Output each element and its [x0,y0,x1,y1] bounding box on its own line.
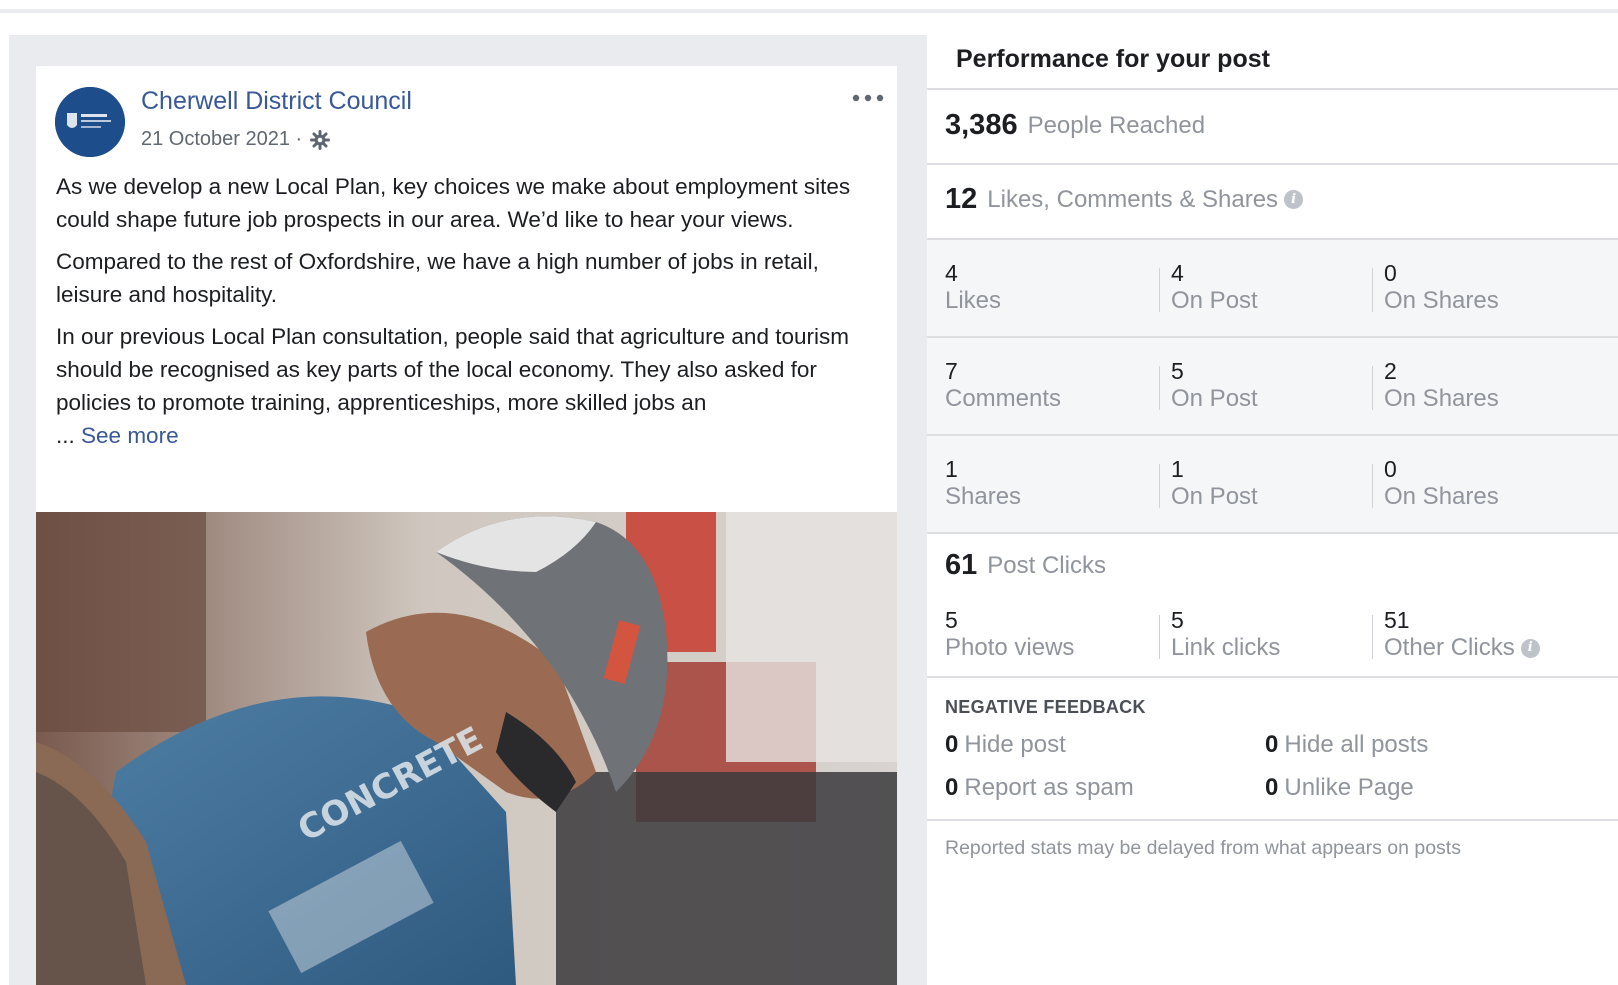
post-paragraph: In our previous Local Plan consultation,… [56,324,849,415]
shares-on-post: 1 On Post [1171,456,1258,512]
insights-panel: Performance for your post 3,386 People R… [927,35,1618,985]
engagement-breakdown: 4 Likes 4 On Post 0 On Shares 7 Comments… [927,238,1618,534]
info-icon[interactable]: i [1520,638,1540,658]
other-clicks-label: Other Clicks [1384,634,1515,661]
column-divider [1159,366,1160,410]
likes-total-label: Likes [945,287,1002,314]
photo-views-label: Photo views [945,634,1075,661]
other-clicks-wrap: Other Clicks i [1384,633,1540,663]
column-divider [1372,366,1373,410]
people-reached-value: 3,386 [945,109,1018,141]
unlike-page-label: Unlike Page [1284,774,1414,801]
post-date-text: 21 October 2021 · [141,128,303,150]
column-divider [1159,268,1160,312]
divider [927,434,1618,436]
post-options-button[interactable] [848,84,888,112]
hide-all-posts-stat: 0 Hide all posts [1265,731,1428,759]
post-card: Cherwell District Council 21 October 202… [36,66,897,985]
post-clicks-label: Post Clicks [987,551,1106,579]
engagement-label: Likes, Comments & Shares [987,185,1279,213]
post-clicks-metric: 61 Post Clicks [945,549,1106,582]
comments-on-shares: 2 On Shares [1384,358,1499,414]
divider [927,238,1618,240]
column-divider [1372,615,1373,659]
see-more-link[interactable]: See more [81,423,179,448]
comments-total-label: Comments [945,385,1062,412]
comments-on-post-value: 5 [1171,358,1184,384]
hide-post-stat: 0 Hide post [945,731,1066,759]
report-spam-value: 0 [945,774,959,801]
comments-total: 7 Comments [945,358,1061,414]
shares-total-value: 1 [945,456,958,482]
people-reached-metric: 3,386 People Reached [945,109,1205,142]
ellipsis-icon [852,94,884,102]
hide-post-value: 0 [945,731,959,758]
divider [927,88,1618,90]
hide-all-posts-value: 0 [1265,731,1279,758]
page-avatar[interactable] [55,87,125,157]
shares-on-shares: 0 On Shares [1384,456,1499,512]
likes-on-post: 4 On Post [1171,260,1258,316]
divider [927,163,1618,165]
post-timestamp[interactable]: 21 October 2021 · [141,128,331,151]
other-clicks-value: 51 [1384,607,1410,633]
divider [927,819,1618,821]
comments-total-value: 7 [945,358,958,384]
post-clicks-value: 61 [945,549,978,581]
post-message: As we develop a new Local Plan, key choi… [56,170,881,461]
divider [927,532,1618,534]
comments-on-post: 5 On Post [1171,358,1258,414]
photo-views-value: 5 [945,607,958,633]
stats-footnote: Reported stats may be delayed from what … [945,837,1461,859]
other-clicks: 51 Other Clicks i [1384,607,1540,663]
comments-on-shares-value: 2 [1384,358,1397,384]
shares-total-label: Shares [945,483,1022,510]
shares-on-post-label: On Post [1171,483,1258,510]
shares-on-shares-label: On Shares [1384,483,1499,510]
ellipsis-text: ... [56,423,75,448]
divider [927,676,1618,678]
unlike-page-stat: 0 Unlike Page [1265,774,1414,802]
photo-views: 5 Photo views [945,607,1074,663]
post-panel: Cherwell District Council 21 October 202… [9,35,927,985]
page-name-link[interactable]: Cherwell District Council [141,87,412,116]
negative-feedback-heading: NEGATIVE FEEDBACK [945,697,1146,717]
column-divider [1159,464,1160,508]
comments-on-post-label: On Post [1171,385,1258,412]
shares-on-shares-value: 0 [1384,456,1397,482]
shares-total: 1 Shares [945,456,1021,512]
engagement-metric: 12 Likes, Comments & Shares i [945,183,1304,216]
comments-on-shares-label: On Shares [1384,385,1499,412]
post-paragraph: Compared to the rest of Oxfordshire, we … [56,249,819,307]
column-divider [1159,615,1160,659]
likes-on-post-label: On Post [1171,287,1258,314]
shares-on-post-value: 1 [1171,456,1184,482]
insights-title: Performance for your post [956,45,1270,73]
divider [927,336,1618,338]
council-logo-icon [55,87,125,157]
post-photo[interactable]: CONCRETE [36,512,897,985]
unlike-page-value: 0 [1265,774,1279,801]
report-spam-label: Report as spam [964,774,1134,801]
likes-on-shares-value: 0 [1384,260,1397,286]
likes-on-shares: 0 On Shares [1384,260,1499,316]
top-divider [0,9,1618,13]
report-spam-stat: 0 Report as spam [945,774,1134,802]
likes-total: 4 Likes [945,260,1001,316]
likes-on-post-value: 4 [1171,260,1184,286]
column-divider [1372,268,1373,312]
post-paragraph: As we develop a new Local Plan, key choi… [56,174,851,232]
people-reached-label: People Reached [1027,111,1206,139]
likes-total-value: 4 [945,260,958,286]
link-clicks-value: 5 [1171,607,1184,633]
engagement-value: 12 [945,183,978,215]
link-clicks-label: Link clicks [1171,634,1281,661]
gear-icon [310,129,331,150]
column-divider [1372,464,1373,508]
likes-on-shares-label: On Shares [1384,287,1499,314]
link-clicks: 5 Link clicks [1171,607,1280,663]
info-icon[interactable]: i [1284,190,1304,209]
hide-all-posts-label: Hide all posts [1284,731,1429,758]
hide-post-label: Hide post [964,731,1066,758]
